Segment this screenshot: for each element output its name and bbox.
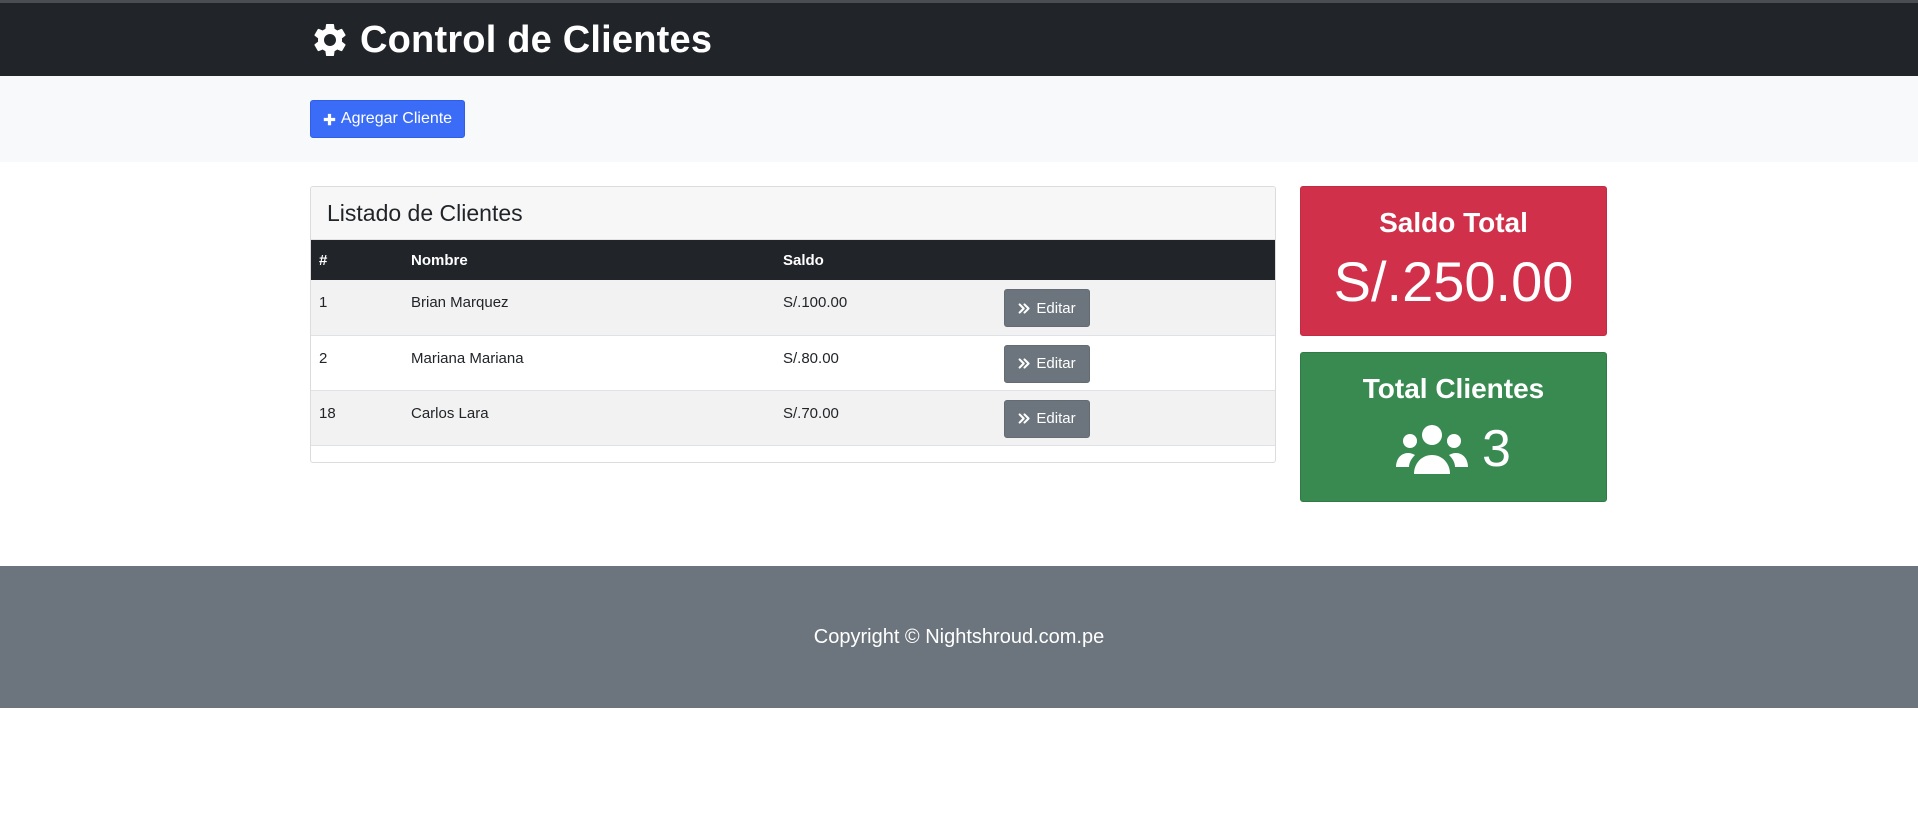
saldo-total-title: Saldo Total bbox=[1379, 207, 1528, 238]
total-clientes-row: 3 bbox=[1301, 419, 1606, 479]
cell-id: 18 bbox=[319, 404, 336, 422]
edit-button[interactable]: Editar bbox=[1004, 399, 1090, 438]
gear-icon bbox=[314, 23, 346, 56]
table-header-row: # Nombre Saldo bbox=[311, 240, 1275, 280]
page-footer: Copyright © Nightshroud.com.pe bbox=[0, 566, 1918, 708]
total-clientes-title: Total Clientes bbox=[1362, 373, 1545, 404]
total-clientes-value: 3 bbox=[1482, 420, 1511, 478]
cell-saldo: S/.80.00 bbox=[783, 349, 839, 367]
app-header: Control de Clientes bbox=[0, 3, 1918, 76]
column-header-saldo: Saldo bbox=[783, 251, 824, 269]
edit-button[interactable]: Editar bbox=[1004, 289, 1090, 327]
saldo-total-card: Saldo Total S/.250.00 bbox=[1300, 186, 1607, 336]
column-header-number: # bbox=[319, 251, 328, 269]
edit-label: Editar bbox=[1036, 355, 1076, 372]
client-list-header: Listado de Clientes bbox=[311, 187, 1275, 240]
client-list-title: Listado de Clientes bbox=[327, 199, 523, 226]
column-header-nombre: Nombre bbox=[411, 251, 468, 269]
clients-table: # Nombre Saldo 1 Brian Marquez S/.100.00… bbox=[311, 240, 1275, 446]
cell-actions: Editar bbox=[998, 280, 1275, 335]
cell-actions: Editar bbox=[998, 390, 1275, 445]
total-clientes-card: Total Clientes 3 bbox=[1300, 352, 1607, 502]
client-list-card: Listado de Clientes # Nombre Saldo 1 Bri… bbox=[310, 186, 1276, 463]
table-row: 1 Brian Marquez S/.100.00 Editar bbox=[311, 280, 1275, 335]
edit-label: Editar bbox=[1036, 410, 1076, 427]
cell-actions: Editar bbox=[998, 335, 1275, 390]
double-chevron-right-icon bbox=[1018, 413, 1031, 424]
column-header-actions bbox=[998, 240, 1275, 280]
saldo-total-value: S/.250.00 bbox=[1333, 250, 1574, 313]
page-title: Control de Clientes bbox=[310, 17, 712, 63]
edit-label: Editar bbox=[1036, 299, 1076, 317]
add-client-button[interactable]: Agregar Cliente bbox=[310, 100, 465, 138]
double-chevron-right-icon bbox=[1018, 302, 1031, 314]
cell-saldo: S/.70.00 bbox=[783, 404, 839, 422]
users-icon bbox=[1396, 425, 1469, 474]
table-row: 2 Mariana Mariana S/.80.00 Editar bbox=[311, 335, 1275, 390]
copyright-text: Copyright © Nightshroud.com.pe bbox=[813, 625, 1105, 648]
plus-icon bbox=[323, 113, 336, 125]
clients-table-head: # Nombre Saldo bbox=[311, 240, 1275, 280]
cell-id: 2 bbox=[319, 349, 328, 367]
cell-nombre: Mariana Mariana bbox=[411, 349, 524, 367]
edit-button[interactable]: Editar bbox=[1004, 344, 1090, 383]
actions-bar: Agregar Cliente bbox=[0, 76, 1918, 162]
double-chevron-right-icon bbox=[1018, 358, 1031, 369]
clients-table-body: 1 Brian Marquez S/.100.00 Editar 2 Maria… bbox=[311, 280, 1275, 445]
add-client-label: Agregar Cliente bbox=[340, 110, 453, 127]
cell-nombre: Carlos Lara bbox=[411, 404, 489, 422]
table-row: 18 Carlos Lara S/.70.00 Editar bbox=[311, 390, 1275, 445]
cell-saldo: S/.100.00 bbox=[783, 294, 848, 311]
cell-id: 1 bbox=[319, 294, 328, 311]
app-title: Control de Clientes bbox=[360, 18, 713, 61]
cell-nombre: Brian Marquez bbox=[411, 294, 509, 311]
